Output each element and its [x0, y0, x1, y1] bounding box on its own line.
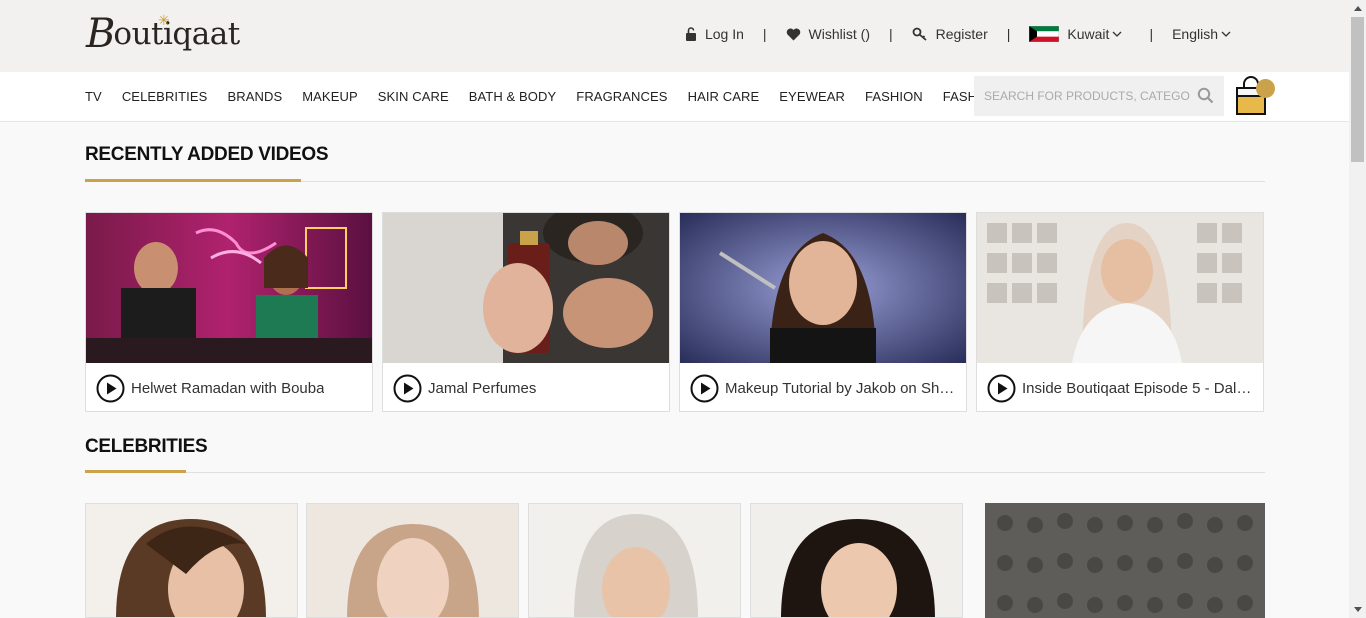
- scroll-down-arrow-icon[interactable]: [1349, 601, 1366, 618]
- separator: |: [762, 26, 767, 42]
- video-card[interactable]: Makeup Tutorial by Jakob on Sho…: [679, 212, 967, 412]
- video-title: Makeup Tutorial by Jakob on Sho…: [725, 379, 960, 397]
- celebrity-photo: [529, 504, 740, 617]
- video-caption: Jamal Perfumes: [393, 373, 663, 403]
- nav-item-hair-care[interactable]: HAIR CARE: [688, 89, 760, 104]
- register-label: Register: [935, 26, 988, 42]
- celebrities-collage-banner[interactable]: [985, 503, 1265, 618]
- separator: |: [1006, 26, 1011, 42]
- celebrity-card[interactable]: [85, 503, 298, 618]
- search-box: [974, 76, 1224, 116]
- video-card[interactable]: Jamal Perfumes: [382, 212, 670, 412]
- celebrity-photo: [751, 504, 962, 617]
- shopping-bag-button[interactable]: [1235, 76, 1275, 116]
- video-title: Helwet Ramadan with Bouba: [131, 379, 325, 397]
- wishlist-link[interactable]: Wishlist (): [786, 26, 870, 42]
- nav-item-makeup[interactable]: MAKEUP: [302, 89, 358, 104]
- nav-item-tv[interactable]: TV: [85, 89, 102, 104]
- separator: |: [888, 26, 893, 42]
- login-label: Log In: [704, 26, 744, 42]
- nav-item-eyewear[interactable]: EYEWEAR: [779, 89, 845, 104]
- search-input[interactable]: [984, 89, 1190, 103]
- vertical-scrollbar[interactable]: [1349, 0, 1366, 618]
- language-selector[interactable]: English: [1172, 26, 1239, 42]
- heart-icon: [786, 28, 800, 40]
- video-thumbnail: [86, 213, 372, 363]
- language-label: English: [1172, 26, 1218, 42]
- video-caption: Makeup Tutorial by Jakob on Sho…: [690, 373, 960, 403]
- celebrities-section-title: CELEBRITIES: [85, 436, 208, 457]
- chevron-down-icon: [1221, 31, 1231, 37]
- section-title-underline: [85, 470, 186, 473]
- account-links: Log In | Wishlist () | Register | Kuwait…: [685, 22, 1239, 46]
- nav-item-bath-body[interactable]: BATH & BODY: [469, 89, 557, 104]
- celebrity-card[interactable]: [750, 503, 963, 618]
- nav-item-fashion[interactable]: FASHION: [865, 89, 923, 104]
- wishlist-label: Wishlist (): [808, 26, 870, 42]
- nav-item-brands[interactable]: BRANDS: [227, 89, 282, 104]
- main-nav-bar: TV CELEBRITIES BRANDS MAKEUP SKIN CARE B…: [0, 72, 1349, 122]
- logo-initial: B: [86, 11, 116, 57]
- play-icon: [987, 374, 1016, 402]
- lock-icon: [685, 27, 696, 41]
- video-card[interactable]: Helwet Ramadan with Bouba: [85, 212, 373, 412]
- search-icon[interactable]: [1197, 87, 1214, 104]
- boutiqaat-logo[interactable]: B outiqaat ✳: [86, 10, 240, 58]
- video-title: Inside Boutiqaat Episode 5 - Dalalid: [1022, 379, 1257, 397]
- play-icon: [393, 374, 422, 402]
- celebrity-photo: [86, 504, 297, 617]
- nav-item-fragrances[interactable]: FRAGRANCES: [576, 89, 667, 104]
- login-link[interactable]: Log In: [685, 26, 744, 42]
- register-link[interactable]: Register: [912, 26, 988, 42]
- nav-item-skin-care[interactable]: SKIN CARE: [378, 89, 449, 104]
- logo-star-icon: ✳: [158, 12, 170, 28]
- play-icon: [96, 374, 125, 402]
- section-divider: [85, 472, 1265, 473]
- celebrity-card[interactable]: [528, 503, 741, 618]
- video-caption: Helwet Ramadan with Bouba: [96, 373, 366, 403]
- logo-text: outiqaat: [113, 16, 240, 52]
- separator: |: [1149, 26, 1154, 42]
- video-card[interactable]: Inside Boutiqaat Episode 5 - Dalalid: [976, 212, 1264, 412]
- country-label: Kuwait: [1067, 26, 1110, 42]
- scroll-up-arrow-icon[interactable]: [1349, 0, 1366, 17]
- video-thumbnail: [977, 213, 1263, 363]
- top-bar: B outiqaat ✳ Log In | Wishlist () | Regi…: [0, 0, 1349, 72]
- nav-item-celebrities[interactable]: CELEBRITIES: [122, 89, 208, 104]
- video-title: Jamal Perfumes: [428, 379, 537, 397]
- video-thumbnail: [680, 213, 966, 363]
- video-caption: Inside Boutiqaat Episode 5 - Dalalid: [987, 373, 1257, 403]
- chevron-down-icon: [1112, 31, 1122, 37]
- country-selector[interactable]: Kuwait: [1029, 26, 1130, 42]
- cart-count-badge: [1256, 79, 1275, 98]
- celebrity-card[interactable]: [306, 503, 519, 618]
- section-title-underline: [85, 179, 301, 182]
- scrollbar-thumb[interactable]: [1351, 17, 1364, 162]
- celebrities-collage: [985, 503, 1265, 618]
- play-icon: [690, 374, 719, 402]
- key-icon: [912, 27, 927, 41]
- category-nav: TV CELEBRITIES BRANDS MAKEUP SKIN CARE B…: [85, 89, 1060, 104]
- celebrity-photo: [307, 504, 518, 617]
- video-thumbnail: [383, 213, 669, 363]
- kuwait-flag-icon: [1029, 26, 1060, 42]
- videos-section-title: RECENTLY ADDED VIDEOS: [85, 144, 329, 165]
